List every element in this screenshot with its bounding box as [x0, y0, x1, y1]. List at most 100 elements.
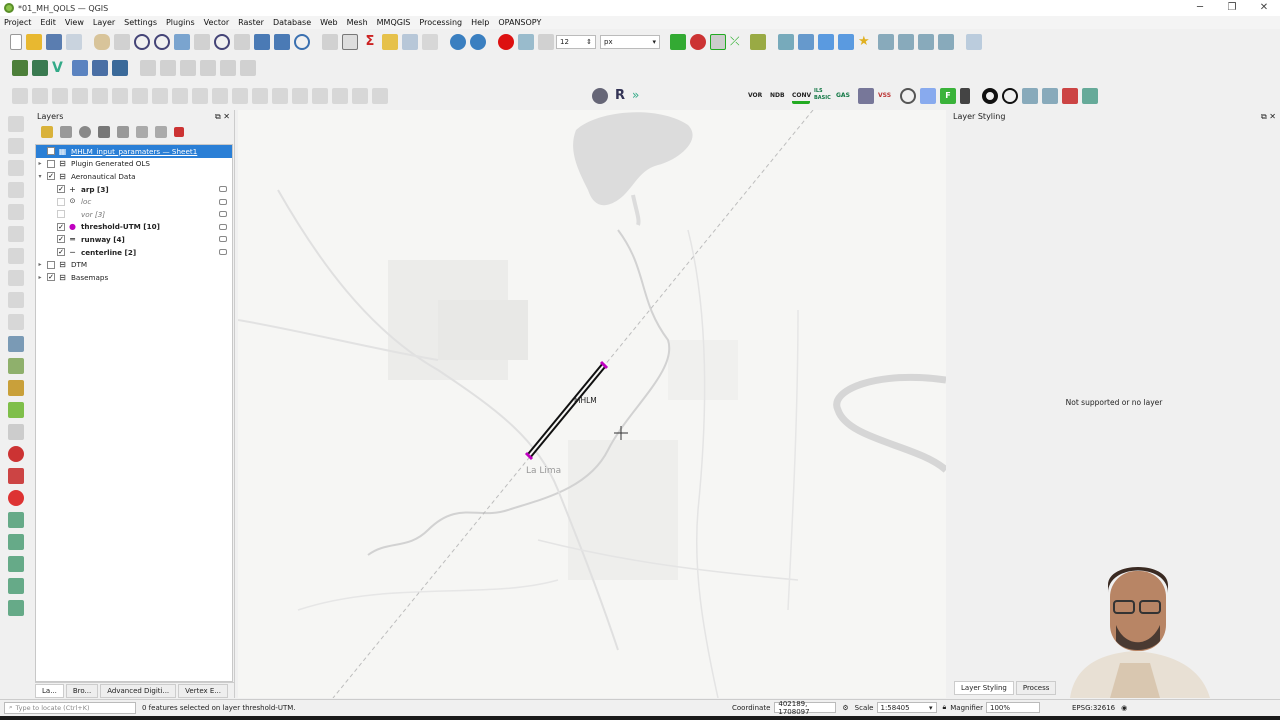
cut-feature-icon[interactable]	[240, 60, 256, 76]
panel-close-icon[interactable]: ⧉ ✕	[215, 112, 230, 122]
field-calc-icon[interactable]	[8, 424, 24, 440]
layer-checkbox[interactable]	[47, 159, 55, 168]
delete-feature-icon[interactable]	[220, 60, 236, 76]
label-rotate-icon[interactable]	[8, 534, 24, 550]
menu-project[interactable]: Project	[4, 18, 31, 27]
f-plugin-button[interactable]: F	[940, 88, 956, 104]
label-pin-icon[interactable]	[8, 490, 24, 506]
zoom-selection-icon[interactable]	[194, 34, 210, 50]
label-props-icon[interactable]	[898, 34, 914, 50]
pin-label-icon[interactable]	[798, 34, 814, 50]
menu-layer[interactable]: Layer	[93, 18, 115, 27]
expander-icon[interactable]: ▸	[36, 160, 44, 167]
redo-icon[interactable]	[372, 88, 388, 104]
advanced-digitize-icon[interactable]	[12, 88, 28, 104]
layer-checkbox[interactable]: ✓	[57, 248, 65, 257]
menu-opansopy[interactable]: OPANSOPY	[498, 18, 541, 27]
zoom-layer-icon[interactable]	[214, 34, 230, 50]
reverse-line-icon[interactable]	[292, 88, 308, 104]
magnet-icon[interactable]	[498, 34, 514, 50]
refresh-icon[interactable]	[294, 34, 310, 50]
annotation-icon[interactable]	[966, 34, 982, 50]
globe-icon[interactable]	[450, 34, 466, 50]
menu-web[interactable]: Web	[320, 18, 337, 27]
extents-icon[interactable]: ⚙	[842, 704, 848, 712]
print-layout-icon[interactable]	[66, 34, 82, 50]
label-hide-icon[interactable]	[8, 578, 24, 594]
expander-icon[interactable]: ▸	[36, 274, 44, 281]
maximize-button[interactable]: ❐	[1216, 2, 1248, 13]
move-label-icon[interactable]	[818, 34, 834, 50]
zoom-last-icon[interactable]	[254, 34, 270, 50]
merge-features-icon[interactable]	[252, 88, 268, 104]
edit-scale-icon[interactable]	[8, 226, 24, 242]
crs-label[interactable]: EPSG:32616	[1072, 704, 1115, 712]
radar-icon[interactable]	[920, 88, 936, 104]
crosshair-icon[interactable]	[1002, 88, 1018, 104]
layer-checkbox[interactable]	[47, 147, 55, 156]
topology-icon[interactable]	[690, 34, 706, 50]
basic-ils-button[interactable]: ILS BASIC	[814, 88, 832, 104]
locator-input[interactable]: ⌕ Type to locate (Ctrl+K)	[4, 701, 136, 714]
filter-icon[interactable]	[670, 34, 686, 50]
move-feature-icon[interactable]	[200, 60, 216, 76]
tab-layers[interactable]: La...	[35, 683, 64, 698]
digitize-icon[interactable]	[140, 60, 156, 76]
map-tips-icon[interactable]	[422, 34, 438, 50]
layer-checkbox[interactable]	[57, 197, 65, 206]
edit-copy-icon[interactable]	[8, 270, 24, 286]
expander-icon[interactable]: ▸	[36, 261, 44, 268]
zoom-out-icon[interactable]	[154, 34, 170, 50]
curve-tool-icon[interactable]	[1022, 88, 1038, 104]
tab-vertex-editor[interactable]: Vertex E...	[178, 683, 228, 698]
pan-icon[interactable]	[94, 34, 110, 50]
abc-label-icon[interactable]	[8, 468, 24, 484]
layer-item[interactable]: ▦ MHLM_input_paramaters — Sheet1	[36, 145, 232, 158]
eye-icon[interactable]	[219, 186, 227, 193]
split-icon[interactable]: ⤫	[730, 34, 746, 50]
label-box-icon[interactable]	[918, 34, 934, 50]
add-group-icon[interactable]	[60, 126, 72, 138]
settings-plugin-icon[interactable]	[858, 88, 874, 104]
tab-layer-styling[interactable]: Layer Styling	[954, 681, 1014, 695]
layer-item[interactable]: vor [3]	[36, 208, 232, 221]
reshape-icon[interactable]	[172, 88, 188, 104]
add-part-icon[interactable]	[92, 88, 108, 104]
measure-icon[interactable]	[382, 34, 398, 50]
panel-close-icon[interactable]: ⧉ ✕	[1261, 112, 1276, 122]
layer-item[interactable]: ✓ ═ runway [4]	[36, 233, 232, 246]
curve-add-icon[interactable]	[1042, 88, 1058, 104]
chevron-right-icon[interactable]: »	[632, 88, 648, 104]
style-manager-icon[interactable]	[41, 126, 53, 138]
rotate-feature-icon[interactable]	[32, 88, 48, 104]
coordinate-field[interactable]: 402189, 1708097	[774, 700, 837, 716]
edit-pencil-2-icon[interactable]	[8, 138, 24, 154]
close-button[interactable]: ✕	[1248, 2, 1280, 13]
add-mesh-layer-icon[interactable]	[92, 60, 108, 76]
menu-vector[interactable]: Vector	[204, 18, 230, 27]
offset-curve-icon[interactable]	[192, 88, 208, 104]
menu-processing[interactable]: Processing	[419, 18, 462, 27]
merge-attributes-icon[interactable]	[272, 88, 288, 104]
ndb-button[interactable]: NDB	[770, 88, 788, 104]
new-project-icon[interactable]	[10, 34, 22, 50]
zoom-in-icon[interactable]	[134, 34, 150, 50]
layer-checkbox[interactable]: ✓	[47, 172, 55, 181]
messages-icon[interactable]: ◉	[1121, 704, 1127, 712]
pan-to-selection-icon[interactable]	[114, 34, 130, 50]
gas-button[interactable]: GAS	[836, 88, 854, 104]
map-themes-icon[interactable]	[79, 126, 91, 138]
add-virtual-layer-icon[interactable]	[112, 60, 128, 76]
snapping-mode-icon[interactable]	[538, 34, 554, 50]
layer-group[interactable]: ▸ ✓ ⊟ Basemaps	[36, 271, 232, 284]
expander-icon[interactable]: ▾	[36, 173, 44, 180]
layer-group[interactable]: ▸ ⊟ DTM	[36, 258, 232, 271]
label-show-icon[interactable]	[8, 556, 24, 572]
abc-red-icon[interactable]	[8, 446, 24, 462]
tab-browser[interactable]: Bro...	[65, 683, 99, 698]
eye-icon[interactable]	[219, 198, 227, 205]
layer-item[interactable]: ✓ ● threshold-UTM [10]	[36, 221, 232, 234]
expand-all-icon[interactable]	[136, 126, 148, 138]
menu-mmqgis[interactable]: MMQGIS	[377, 18, 411, 27]
vertex-tool-icon[interactable]	[402, 34, 418, 50]
